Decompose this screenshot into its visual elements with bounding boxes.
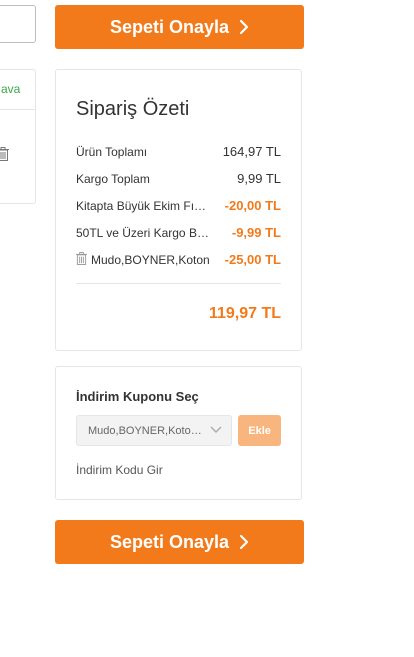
row-label: 50TL ve Üzeri Kargo Bedava	[76, 225, 210, 240]
order-summary-card: Sipariş Özeti Ürün Toplamı 164,97 TL Kar…	[55, 69, 302, 351]
row-value: 9,99 TL	[237, 171, 281, 186]
row-value: 164,97 TL	[222, 144, 281, 159]
trash-icon[interactable]	[76, 251, 87, 268]
row-label: Ürün Toplamı	[76, 144, 148, 159]
row-label: Kargo Toplam	[76, 171, 150, 186]
confirm-cart-label: Sepeti Onayla	[109, 531, 230, 552]
order-total: 119,97 TL	[208, 305, 281, 322]
chevron-down-icon	[210, 425, 222, 437]
row-label: Mudo,BOYNER,Koton	[91, 252, 210, 267]
coupon-title: İndirim Kuponu Seç	[76, 389, 199, 404]
summary-rows: Ürün Toplamı 164,97 TL Kargo Toplam 9,99…	[76, 138, 281, 273]
row-value: -20,00 TL	[224, 198, 281, 213]
trash-icon[interactable]	[0, 147, 9, 166]
row-value: -9,99 TL	[231, 225, 281, 240]
chevron-right-icon	[239, 19, 249, 35]
summary-row-campaign-discount: Kitapta Büyük Ekim Fırsatı -20,00 TL	[76, 192, 281, 219]
free-shipping-tag: ava	[1, 82, 21, 96]
left-clipped-card: ava	[0, 69, 36, 204]
summary-row-shipping-discount: 50TL ve Üzeri Kargo Bedava -9,99 TL	[76, 219, 281, 246]
summary-row-shipping-total: Kargo Toplam 9,99 TL	[76, 165, 281, 192]
summary-row-product-total: Ürün Toplamı 164,97 TL	[76, 138, 281, 165]
row-value: -25,00 TL	[224, 252, 281, 267]
summary-divider	[76, 283, 281, 284]
chevron-right-icon	[239, 534, 249, 550]
left-clipped-input[interactable]	[0, 5, 36, 43]
summary-row-coupon-discount: Mudo,BOYNER,Koton -25,00 TL	[76, 246, 281, 273]
confirm-cart-button-top[interactable]: Sepeti Onayla	[55, 5, 304, 49]
coupon-select[interactable]: Mudo,BOYNER,Koton ve Diğer	[76, 415, 233, 446]
coupon-row: Mudo,BOYNER,Koton ve Diğer Ekle	[76, 415, 281, 446]
confirm-cart-button-bottom[interactable]: Sepeti Onayla	[55, 520, 304, 564]
coupon-selected-value: Mudo,BOYNER,Koton ve Diğer	[88, 424, 206, 437]
cart-page: ava Sepeti Onayla Sipariş Özeti Ürün Top…	[0, 0, 414, 657]
left-card-divider	[0, 109, 35, 110]
enter-discount-code-link[interactable]: İndirim Kodu Gir	[76, 463, 163, 477]
add-coupon-button[interactable]: Ekle	[238, 415, 281, 446]
summary-title: Sipariş Özeti	[76, 98, 190, 120]
confirm-cart-label: Sepeti Onayla	[109, 16, 230, 37]
coupon-card: İndirim Kuponu Seç Mudo,BOYNER,Koton ve …	[55, 366, 302, 500]
row-label: Kitapta Büyük Ekim Fırsatı	[76, 198, 210, 213]
